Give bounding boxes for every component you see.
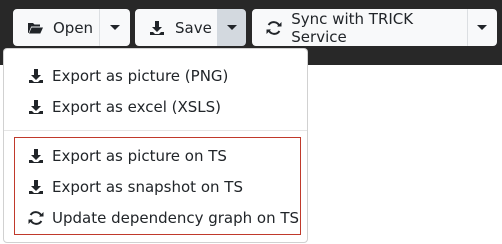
sync-dropdown-toggle[interactable]: [467, 9, 497, 46]
menu-item-label: Export as snapshot on TS: [52, 177, 243, 196]
download-icon: [28, 99, 44, 115]
menu-item-update-dependency-graph-ts[interactable]: Update dependency graph on TS: [4, 202, 307, 233]
save-button[interactable]: Save: [135, 9, 217, 46]
open-dropdown-toggle[interactable]: [99, 9, 130, 46]
menu-item-export-snapshot-ts[interactable]: Export as snapshot on TS: [4, 171, 307, 202]
sync-icon: [266, 20, 283, 36]
sync-button[interactable]: Sync with TRICK Service: [252, 9, 467, 46]
open-button-group: Open: [13, 9, 130, 46]
menu-item-label: Update dependency graph on TS: [52, 208, 300, 227]
menu-item-label: Export as excel (XSLS): [52, 97, 222, 116]
folder-open-icon: [27, 20, 45, 36]
open-button[interactable]: Open: [13, 9, 99, 46]
download-icon: [28, 179, 44, 195]
menu-item-label: Export as picture (PNG): [52, 66, 229, 85]
save-button-label: Save: [175, 18, 212, 37]
download-icon: [28, 148, 44, 164]
save-dropdown-toggle[interactable]: [217, 9, 246, 46]
download-icon: [28, 68, 44, 84]
download-icon: [149, 20, 167, 36]
caret-down-icon: [477, 25, 487, 30]
sync-icon: [28, 210, 44, 226]
save-dropdown-menu: Export as picture (PNG) Export as excel …: [3, 48, 308, 243]
open-button-label: Open: [53, 18, 94, 37]
menu-item-label: Export as picture on TS: [52, 146, 227, 165]
sync-button-label: Sync with TRICK Service: [291, 9, 414, 46]
menu-divider: [4, 130, 307, 131]
caret-down-icon: [226, 25, 237, 30]
save-button-group: Save: [135, 9, 246, 46]
sync-button-group: Sync with TRICK Service: [252, 9, 497, 46]
menu-item-export-picture-ts[interactable]: Export as picture on TS: [4, 140, 307, 171]
menu-item-export-png[interactable]: Export as picture (PNG): [4, 60, 307, 91]
menu-item-export-excel[interactable]: Export as excel (XSLS): [4, 91, 307, 122]
caret-down-icon: [109, 25, 120, 30]
